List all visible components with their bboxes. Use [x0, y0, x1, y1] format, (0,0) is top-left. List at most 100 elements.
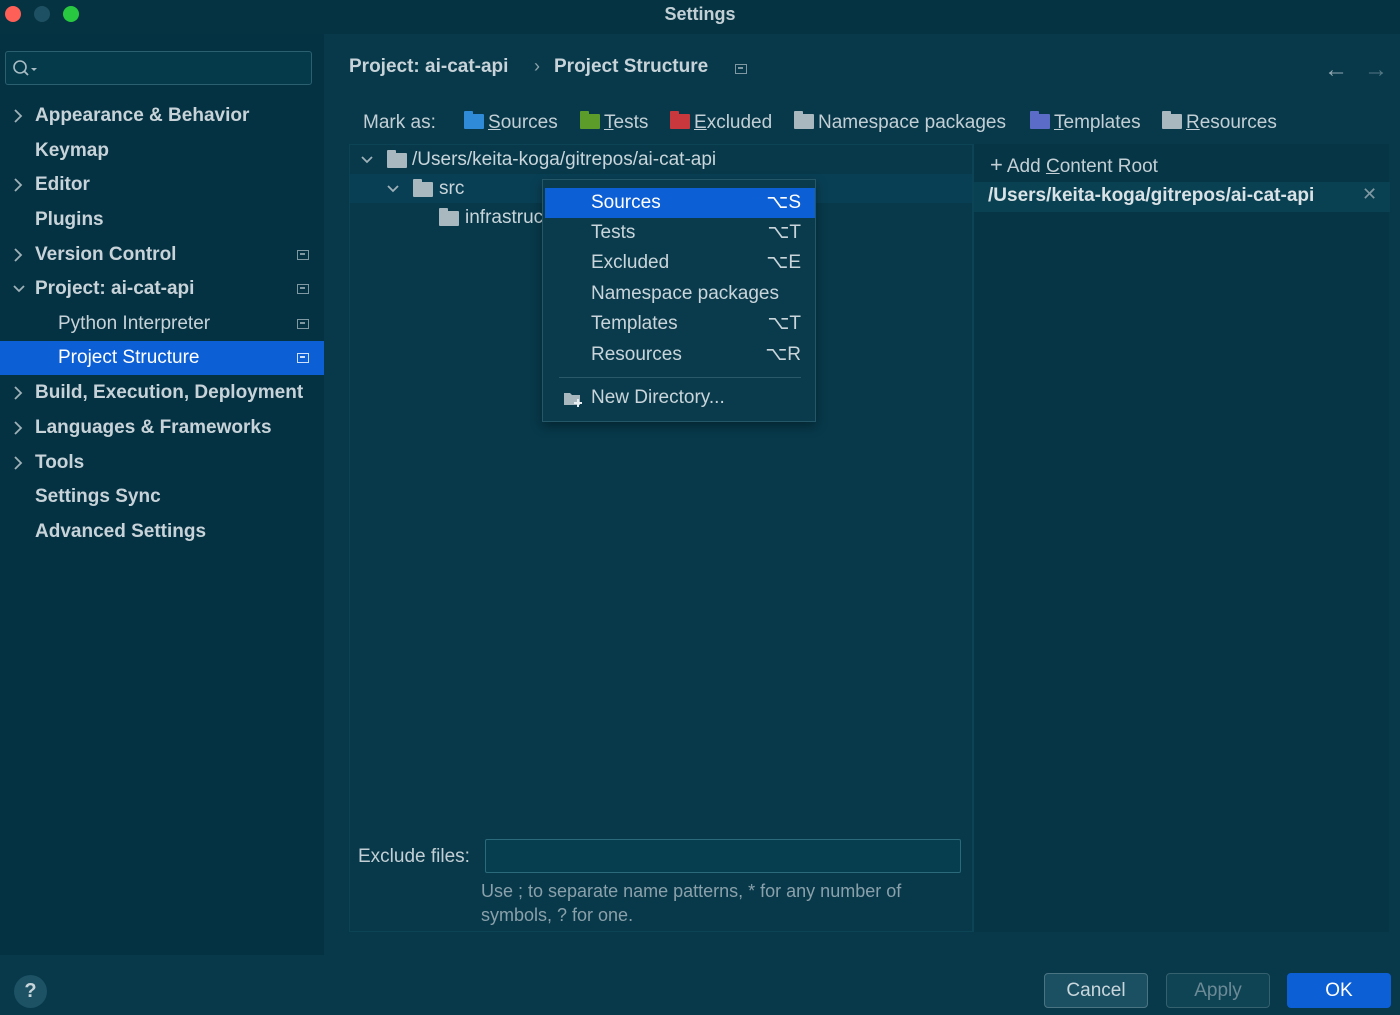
menu-item-resources[interactable]: Resources ⌥R	[545, 340, 815, 370]
excluded-folder-icon	[670, 111, 690, 129]
plus-icon: +	[990, 152, 1003, 177]
project-level-icon	[735, 64, 747, 74]
menu-item-label: Sources	[591, 192, 661, 213]
settings-sidebar: Appearance & Behavior Keymap Editor Plug…	[0, 34, 324, 955]
breadcrumb-project[interactable]: Project: ai-cat-api	[349, 56, 508, 78]
tree-node-label: src	[439, 178, 465, 199]
search-input[interactable]	[5, 51, 312, 85]
tree-node-label: infrastruc	[465, 207, 544, 228]
sidebar-item-project[interactable]: Project: ai-cat-api	[0, 272, 324, 306]
menu-item-sources[interactable]: Sources ⌥S	[545, 188, 815, 218]
tree-row-root[interactable]: /Users/keita-koga/gitrepos/ai-cat-api	[350, 145, 972, 174]
project-level-icon	[297, 284, 309, 294]
mark-templates-button[interactable]: Templates	[1030, 111, 1141, 134]
mark-resources-button[interactable]: Resources	[1162, 111, 1277, 134]
folder-icon	[387, 150, 407, 168]
menu-item-label: Resources	[591, 344, 682, 365]
chevron-right-icon	[14, 456, 23, 470]
project-level-icon	[297, 319, 309, 329]
breadcrumb-separator: ›	[534, 56, 540, 76]
chevron-right-icon	[14, 386, 23, 400]
search-icon	[13, 60, 37, 76]
menu-item-tests[interactable]: Tests ⌥T	[545, 218, 815, 248]
add-content-root-button[interactable]: + Add Content Root	[990, 152, 1158, 178]
mnemonic: S	[488, 112, 501, 133]
content-root-row[interactable]: /Users/keita-koga/gitrepos/ai-cat-api ✕	[974, 182, 1390, 212]
sidebar-item-project-structure[interactable]: Project Structure	[0, 341, 324, 375]
menu-item-templates[interactable]: Templates ⌥T	[545, 309, 815, 339]
menu-item-excluded[interactable]: Excluded ⌥E	[545, 248, 815, 278]
sidebar-item-label: Build, Execution, Deployment	[35, 382, 304, 403]
mark-tests-button[interactable]: Tests	[580, 111, 649, 134]
mnemonic: E	[694, 112, 707, 133]
button-label: Namespace packages	[818, 112, 1006, 133]
sidebar-item-label: Appearance & Behavior	[35, 105, 250, 126]
help-button[interactable]: ?	[14, 975, 47, 1008]
new-folder-icon	[564, 393, 582, 407]
tree-node-label: /Users/keita-koga/gitrepos/ai-cat-api	[412, 149, 717, 170]
menu-item-shortcut: ⌥E	[766, 252, 801, 273]
menu-item-shortcut: ⌥T	[767, 222, 801, 243]
menu-item-label: Templates	[591, 313, 678, 334]
mark-excluded-button[interactable]: Excluded	[670, 111, 773, 134]
sidebar-item-keymap[interactable]: Keymap	[0, 134, 324, 168]
menu-item-shortcut: ⌥S	[766, 192, 801, 213]
sidebar-item-plugins[interactable]: Plugins	[0, 203, 324, 237]
menu-item-label: Tests	[591, 222, 636, 243]
sidebar-item-version-control[interactable]: Version Control	[0, 238, 324, 272]
sidebar-item-settings-sync[interactable]: Settings Sync	[0, 480, 324, 514]
close-icon[interactable]: ✕	[1362, 184, 1377, 205]
sidebar-item-label: Keymap	[35, 140, 109, 161]
sidebar-item-languages[interactable]: Languages & Frameworks	[0, 411, 324, 445]
mark-namespace-button[interactable]: Namespace packages	[794, 111, 1006, 134]
button-label: ests	[613, 112, 649, 133]
sidebar-item-label: Version Control	[35, 244, 177, 265]
templates-folder-icon	[1030, 111, 1050, 129]
button-label: esources	[1199, 112, 1277, 133]
mark-as-label: Mark as:	[363, 112, 436, 133]
menu-item-new-directory[interactable]: New Directory...	[545, 383, 815, 413]
back-arrow-icon[interactable]: ←	[1324, 56, 1348, 84]
exclude-files-label: Exclude files:	[358, 846, 470, 867]
forward-arrow-icon[interactable]: →	[1364, 56, 1388, 84]
mark-sources-button[interactable]: Sources	[464, 111, 558, 134]
sidebar-item-label: Advanced Settings	[35, 521, 207, 542]
menu-item-label: Excluded	[591, 252, 670, 273]
menu-item-namespace-packages[interactable]: Namespace packages	[545, 279, 815, 309]
sidebar-item-build[interactable]: Build, Execution, Deployment	[0, 376, 324, 410]
sidebar-item-label: Languages & Frameworks	[35, 417, 272, 438]
button-label: emplates	[1063, 112, 1141, 133]
menu-item-shortcut: ⌥T	[767, 313, 801, 334]
sources-folder-icon	[464, 111, 484, 129]
chevron-down-icon	[387, 185, 399, 193]
project-level-icon	[297, 353, 309, 363]
menu-item-label: New Directory...	[591, 387, 725, 408]
settings-main-panel: Project: ai-cat-api › Project Structure …	[324, 34, 1400, 955]
chevron-right-icon	[14, 421, 23, 435]
exclude-files-input[interactable]	[485, 839, 961, 873]
project-level-icon	[297, 250, 309, 260]
button-label: Add	[1006, 156, 1046, 177]
window-title: Settings	[664, 4, 736, 24]
apply-button[interactable]: Apply	[1166, 973, 1270, 1008]
sidebar-item-label: Plugins	[35, 209, 104, 230]
content-root-path: /Users/keita-koga/gitrepos/ai-cat-api	[988, 185, 1315, 206]
sidebar-item-advanced-settings[interactable]: Advanced Settings	[0, 515, 324, 549]
sidebar-item-label: Tools	[35, 452, 85, 473]
ok-button[interactable]: OK	[1287, 973, 1391, 1008]
chevron-right-icon	[14, 178, 23, 192]
sidebar-item-tools[interactable]: Tools	[0, 446, 324, 480]
sidebar-item-label: Project Structure	[58, 347, 200, 368]
chevron-down-icon	[361, 156, 373, 164]
namespace-folder-icon	[794, 111, 814, 129]
folder-icon	[439, 208, 459, 226]
menu-item-shortcut: ⌥R	[765, 344, 801, 365]
button-label: xcluded	[706, 112, 773, 133]
exclude-files-hint: Use ; to separate name patterns, * for a…	[481, 881, 902, 925]
mnemonic: T	[604, 112, 614, 133]
sidebar-item-python-interpreter[interactable]: Python Interpreter	[0, 307, 324, 341]
dialog-footer: ? Cancel Apply OK	[0, 955, 1400, 1015]
cancel-button[interactable]: Cancel	[1044, 973, 1148, 1008]
sidebar-item-editor[interactable]: Editor	[0, 168, 324, 202]
sidebar-item-appearance[interactable]: Appearance & Behavior	[0, 99, 324, 133]
